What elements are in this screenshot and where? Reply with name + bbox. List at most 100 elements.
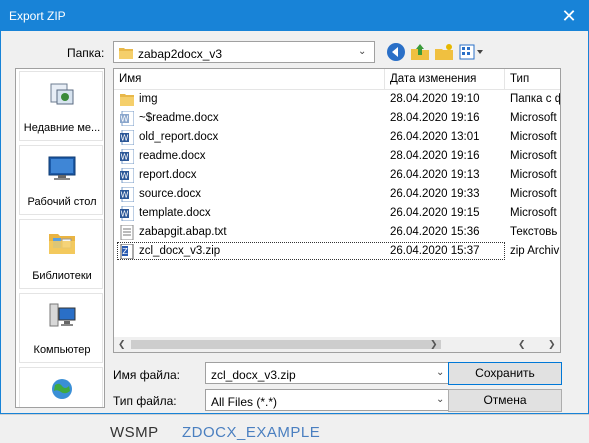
up-folder-icon[interactable] xyxy=(409,41,431,63)
file-type: Microsoft xyxy=(510,188,557,200)
background-text-right: ZDOCX_EXAMPLE xyxy=(182,424,321,441)
scrollbar-thumb[interactable] xyxy=(131,340,441,349)
recent-places-icon xyxy=(50,83,74,105)
word-icon: W xyxy=(120,149,134,164)
horizontal-scrollbar[interactable]: ❮ ❯ ❮ ❯ xyxy=(114,337,560,352)
word-temp-icon: W xyxy=(120,111,134,126)
word-icon: W xyxy=(120,130,134,145)
zip-icon: Z xyxy=(120,244,134,259)
file-type: Microsoft xyxy=(510,112,557,124)
file-row[interactable]: Wtemplate.docx 26.04.2020 19:15 Microsoft xyxy=(114,204,560,223)
file-date: 26.04.2020 19:15 xyxy=(390,207,480,219)
svg-text:W: W xyxy=(121,191,129,200)
file-name: readme.docx xyxy=(139,150,206,162)
svg-text:Z: Z xyxy=(122,247,128,256)
file-row[interactable]: W ~$readme.docx 28.04.2020 19:16 Microsoft xyxy=(114,109,560,128)
word-icon: W xyxy=(120,168,134,183)
save-button[interactable]: Сохранить xyxy=(448,362,562,385)
place-computer[interactable]: Компьютер xyxy=(19,293,103,363)
file-row[interactable]: zabapgit.abap.txt 26.04.2020 15:36 Текстов… xyxy=(114,223,560,242)
file-row[interactable]: Wsource.docx 26.04.2020 19:33 Microsoft xyxy=(114,185,560,204)
desktop-icon xyxy=(48,156,76,180)
file-list[interactable]: Имя Дата изменения Тип img 28.04.2020 19:… xyxy=(113,68,561,353)
svg-text:W: W xyxy=(121,172,129,181)
filetype-label: Тип файла: xyxy=(113,394,177,408)
file-type: Текстовь xyxy=(510,226,558,238)
filetype-select[interactable]: All Files (*.*) ⌄ xyxy=(205,389,453,411)
place-desktop[interactable]: Рабочий стол xyxy=(19,145,103,215)
scroll-left-icon[interactable]: ❮ xyxy=(518,339,526,350)
place-label: Недавние ме... xyxy=(23,122,101,134)
svg-text:W: W xyxy=(121,210,129,219)
folder-label: Папка: xyxy=(67,46,105,60)
file-name: ~$readme.docx xyxy=(139,112,219,124)
folder-current: zabap2docx_v3 xyxy=(138,47,223,61)
filename-label: Имя файла: xyxy=(113,368,180,382)
file-type: Microsoft xyxy=(510,169,557,181)
filename-value: zcl_docx_v3.zip xyxy=(211,368,296,382)
computer-icon xyxy=(49,303,76,327)
svg-text:W: W xyxy=(121,134,129,143)
file-date: 28.04.2020 19:10 xyxy=(390,93,480,105)
file-date: 26.04.2020 15:36 xyxy=(390,226,480,238)
word-icon: W xyxy=(120,187,134,202)
file-date: 26.04.2020 13:01 xyxy=(390,131,480,143)
file-row[interactable]: Wreport.docx 26.04.2020 19:13 Microsoft xyxy=(114,166,560,185)
svg-text:W: W xyxy=(121,153,129,162)
folder-combo[interactable]: zabap2docx_v3 ⌄ xyxy=(113,41,375,63)
file-name: img xyxy=(139,93,158,105)
column-header-name[interactable]: Имя xyxy=(114,69,385,89)
file-date: 26.04.2020 19:13 xyxy=(390,169,480,181)
window-title: Export ZIP xyxy=(9,9,66,23)
file-type: Microsoft xyxy=(510,150,557,162)
filetype-value: All Files (*.*) xyxy=(211,395,278,409)
file-type: Microsoft xyxy=(510,207,557,219)
scroll-right-icon[interactable]: ❯ xyxy=(548,339,556,350)
column-header-type[interactable]: Тип xyxy=(505,69,560,89)
new-folder-icon[interactable] xyxy=(433,41,455,63)
close-icon[interactable]: ✕ xyxy=(560,7,578,25)
list-header: Имя Дата изменения Тип xyxy=(114,69,560,90)
file-date: 26.04.2020 15:37 xyxy=(390,245,480,257)
file-name: old_report.docx xyxy=(139,131,219,143)
place-label: Компьютер xyxy=(33,344,91,356)
place-recent[interactable]: Недавние ме... xyxy=(19,71,103,141)
chevron-down-icon[interactable]: ⌄ xyxy=(436,394,446,405)
place-label: Библиотеки xyxy=(32,270,92,282)
file-row[interactable]: Wold_report.docx 26.04.2020 13:01 Microsof… xyxy=(114,128,560,147)
file-date: 28.04.2020 19:16 xyxy=(390,112,480,124)
folder-icon xyxy=(120,94,134,106)
cancel-button[interactable]: Отмена xyxy=(448,389,562,412)
file-name: source.docx xyxy=(139,188,202,200)
file-date: 28.04.2020 19:16 xyxy=(390,150,480,162)
scroll-right-icon[interactable]: ❯ xyxy=(430,339,438,350)
file-type: zip Archiv xyxy=(510,245,560,257)
network-icon xyxy=(52,379,72,399)
file-date: 26.04.2020 19:33 xyxy=(390,188,480,200)
chevron-down-icon[interactable]: ⌄ xyxy=(358,46,368,57)
column-header-date[interactable]: Дата изменения xyxy=(385,69,505,89)
filename-field[interactable]: zcl_docx_v3.zip ⌄ xyxy=(205,362,453,384)
view-menu-icon[interactable] xyxy=(457,41,485,63)
text-file-icon xyxy=(120,225,134,240)
word-icon: W xyxy=(120,206,134,221)
places-bar: Недавние ме... Рабочий стол Библиотеки К… xyxy=(15,68,105,408)
place-libraries[interactable]: Библиотеки xyxy=(19,219,103,289)
file-row[interactable]: Wreadme.docx 28.04.2020 19:16 Microsoft xyxy=(114,147,560,166)
folder-icon xyxy=(119,48,133,59)
background-text-left: WSMP xyxy=(110,424,159,441)
scroll-left-icon[interactable]: ❮ xyxy=(118,339,126,350)
file-name: template.docx xyxy=(139,207,211,219)
file-name: zabapgit.abap.txt xyxy=(139,226,227,238)
file-type: Microsoft xyxy=(510,131,557,143)
place-network[interactable] xyxy=(19,367,103,407)
back-icon[interactable] xyxy=(385,41,407,63)
chevron-down-icon[interactable]: ⌄ xyxy=(436,367,446,378)
file-row[interactable]: Zzcl_docx_v3.zip 26.04.2020 15:37 zip Arch… xyxy=(114,242,560,261)
title-bar: Export ZIP ✕ xyxy=(1,1,588,31)
save-dialog: Export ZIP ✕ Папка: zabap2docx_v3 ⌄ Неда… xyxy=(0,0,589,414)
file-row[interactable]: img 28.04.2020 19:10 Папка с ф xyxy=(114,90,560,109)
libraries-icon xyxy=(49,234,75,254)
svg-text:W: W xyxy=(121,115,129,124)
file-type: Папка с ф xyxy=(510,93,560,105)
